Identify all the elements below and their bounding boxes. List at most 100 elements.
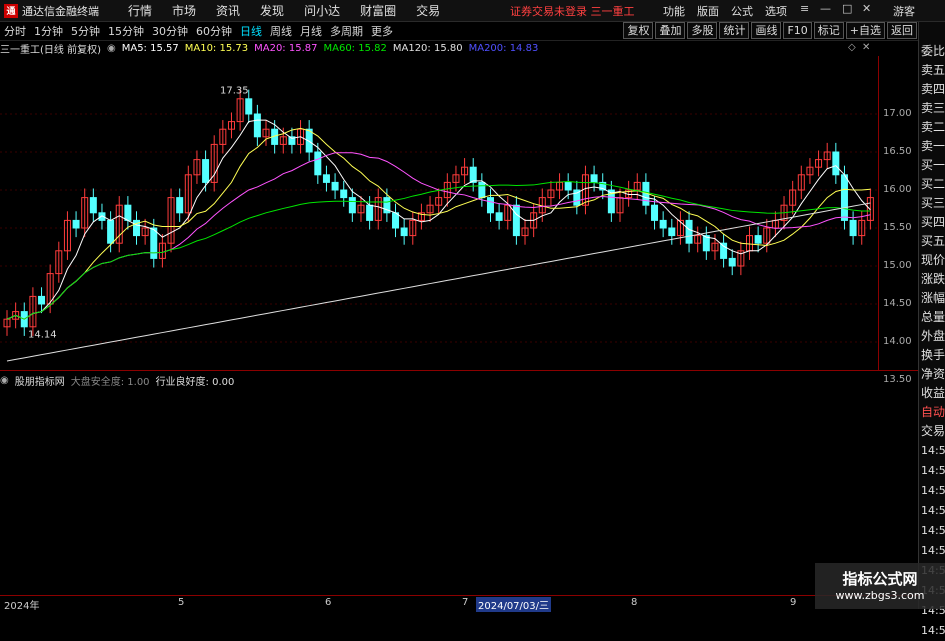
maximize-icon[interactable]: □ bbox=[842, 2, 852, 15]
side-panel-item: 买四 bbox=[921, 215, 945, 229]
side-tab-auto[interactable]: 自动 bbox=[919, 403, 945, 422]
tool-button[interactable]: +自选 bbox=[845, 22, 885, 39]
menu-item-discover[interactable]: 发现 bbox=[250, 2, 294, 19]
candle-body bbox=[340, 189, 348, 199]
tool-button[interactable]: 多股 bbox=[687, 22, 718, 39]
menu-options[interactable]: 选项 bbox=[765, 3, 787, 19]
side-panel-item: 现价 bbox=[921, 253, 945, 267]
candle-body bbox=[564, 181, 572, 191]
tick-time: 14:56 bbox=[921, 624, 945, 637]
y-tick: 13.50 bbox=[883, 374, 912, 385]
tick-time: 14:56 bbox=[921, 464, 945, 477]
tool-button[interactable]: 复权 bbox=[623, 22, 654, 39]
side-panel-item: 净资 bbox=[921, 367, 945, 381]
kline-chart[interactable]: 17.35 14.14 bbox=[0, 56, 878, 370]
period-tab-more[interactable]: 更多 bbox=[367, 23, 397, 39]
main-menu: 行情 市场 资讯 发现 问小达 财富圈 交易 bbox=[118, 2, 450, 19]
period-tab[interactable]: 多周期 bbox=[326, 23, 367, 39]
period-tab-active[interactable]: 日线 bbox=[236, 23, 266, 39]
candle-body bbox=[107, 219, 115, 244]
watermark: 指标公式网 www.zbgs3.com bbox=[815, 563, 945, 609]
candle-body bbox=[478, 181, 486, 199]
side-time-list: 14:5614:5614:5614:5614:5614:5614:5614:56… bbox=[919, 441, 945, 641]
candle-body bbox=[469, 166, 477, 183]
tick-time: 14:56 bbox=[921, 504, 945, 517]
tool-button[interactable]: 画线 bbox=[751, 22, 782, 39]
menu-item-wealth[interactable]: 财富圈 bbox=[350, 2, 406, 19]
indicator-item1: 大盘安全度: 1.00 bbox=[70, 376, 150, 388]
menu-layout[interactable]: 版面 bbox=[697, 3, 719, 19]
menu-item-news[interactable]: 资讯 bbox=[206, 2, 250, 19]
candle-body bbox=[400, 227, 408, 237]
menu-item-ask[interactable]: 问小达 bbox=[294, 2, 350, 19]
candle-body bbox=[38, 295, 46, 305]
menu-item-trade[interactable]: 交易 bbox=[406, 2, 450, 19]
y-tick: 14.00 bbox=[883, 336, 912, 347]
tool-button[interactable]: F10 bbox=[783, 22, 812, 39]
x-tick: 7 bbox=[462, 597, 469, 608]
side-tab-trade[interactable]: 交易 bbox=[919, 422, 945, 441]
guest-label[interactable]: 游客 bbox=[893, 3, 915, 19]
menu-formula[interactable]: 公式 bbox=[731, 3, 753, 19]
side-panel-item: 卖五 bbox=[921, 63, 945, 77]
ma120-value: MA120: 15.80 bbox=[392, 43, 463, 54]
candle-body bbox=[89, 197, 97, 214]
candle-body bbox=[314, 151, 322, 176]
close-icon[interactable]: ✕ bbox=[862, 2, 871, 15]
candle-body bbox=[668, 227, 676, 237]
side-panel-item: 卖二 bbox=[921, 120, 945, 134]
login-notice[interactable]: 证券交易未登录 三一重工 bbox=[510, 3, 635, 19]
candle-body bbox=[392, 212, 400, 229]
tool-button[interactable]: 返回 bbox=[887, 22, 917, 39]
period-tab[interactable]: 60分钟 bbox=[192, 23, 236, 39]
tool-button[interactable]: 统计 bbox=[719, 22, 750, 39]
candle-body bbox=[720, 242, 728, 259]
tool-button[interactable]: 标记 bbox=[813, 22, 844, 39]
x-tick: 9 bbox=[790, 597, 797, 608]
minimize-icon[interactable]: — bbox=[820, 2, 831, 15]
period-tab[interactable]: 30分钟 bbox=[148, 23, 192, 39]
period-tab[interactable]: 周线 bbox=[266, 23, 296, 39]
period-tab[interactable]: 5分钟 bbox=[67, 23, 104, 39]
indicator-name[interactable]: 股朋指标网 bbox=[15, 373, 65, 388]
indicator-settings-icon[interactable]: ◉ bbox=[0, 375, 9, 386]
candle-body bbox=[486, 197, 494, 214]
side-panel-item: 委比 bbox=[921, 44, 945, 58]
settings-icon[interactable]: ◉ bbox=[107, 43, 116, 54]
candle-body bbox=[348, 197, 356, 214]
candle-body bbox=[651, 204, 659, 221]
tool-button[interactable]: 叠加 bbox=[655, 22, 686, 39]
watermark-url: www.zbgs3.com bbox=[835, 589, 925, 602]
candle-body bbox=[245, 98, 253, 115]
side-panel-list: 委比 卖五 卖四 卖三 卖二 卖一 买一 买二 买三 买四 买五 现价 涨跌 涨幅 总量 外盘 换手 净资 收益 bbox=[919, 42, 945, 403]
tick-time: 14:56 bbox=[921, 524, 945, 537]
period-tab[interactable]: 分时 bbox=[0, 23, 30, 39]
ma10-value: MA10: 15.73 bbox=[184, 43, 249, 54]
ma5-value: MA5: 15.57 bbox=[121, 43, 179, 54]
diamond-icon[interactable]: ◇ bbox=[848, 42, 856, 53]
x-tick: 8 bbox=[631, 597, 638, 608]
menu-item-market[interactable]: 市场 bbox=[162, 2, 206, 19]
side-panel-item: 涨幅 bbox=[921, 291, 945, 305]
y-tick: 15.00 bbox=[883, 260, 912, 271]
y-tick: 14.50 bbox=[883, 298, 912, 309]
candle-body bbox=[685, 219, 693, 244]
period-tab[interactable]: 月线 bbox=[296, 23, 326, 39]
menu-item-quotes[interactable]: 行情 bbox=[118, 2, 162, 19]
candle-body bbox=[590, 174, 598, 183]
y-tick: 17.00 bbox=[883, 108, 912, 119]
period-tab[interactable]: 1分钟 bbox=[30, 23, 67, 39]
period-tab[interactable]: 15分钟 bbox=[104, 23, 148, 39]
tick-time: 14:56 bbox=[921, 484, 945, 497]
ma-info-bar: 三一重工(日线 前复权) ◉ MA5: 15.57 MA10: 15.73 MA… bbox=[0, 41, 538, 56]
menu-icon[interactable]: ≡ bbox=[800, 2, 809, 15]
side-panel-item: 总量 bbox=[921, 310, 945, 324]
close-icon[interactable]: ✕ bbox=[862, 42, 870, 53]
high-annotation: 17.35 bbox=[220, 85, 249, 96]
x-tick: 5 bbox=[178, 597, 185, 608]
menu-function[interactable]: 功能 bbox=[663, 3, 685, 19]
side-panel-item: 买三 bbox=[921, 196, 945, 210]
x-tick: 2024年 bbox=[4, 601, 40, 612]
side-panel-item: 买五 bbox=[921, 234, 945, 248]
side-panel-item: 买二 bbox=[921, 177, 945, 191]
